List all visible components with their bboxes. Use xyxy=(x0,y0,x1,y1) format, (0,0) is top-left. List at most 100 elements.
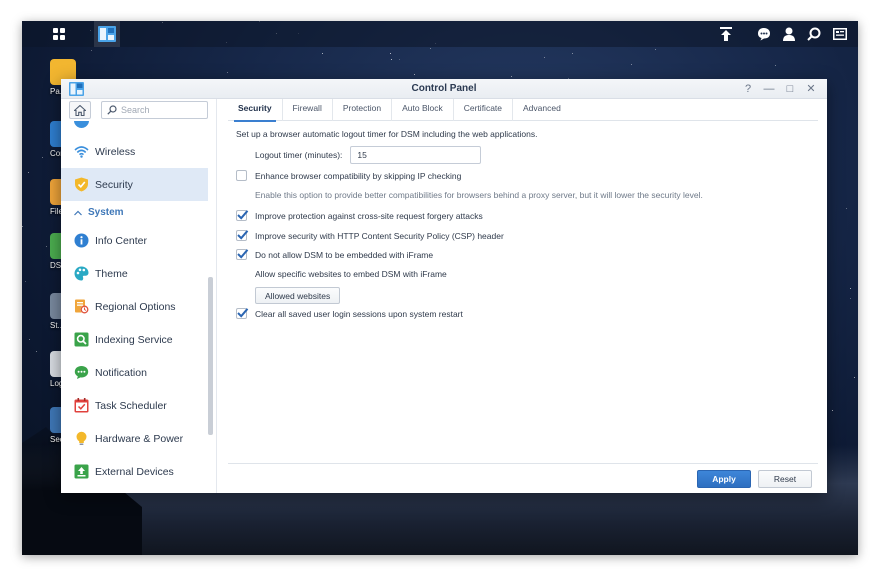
search-icon xyxy=(807,27,821,41)
sidebar: Wireless Security System Info xyxy=(61,99,217,493)
sidebar-item-theme[interactable]: Theme xyxy=(61,257,208,290)
maximize-button[interactable]: □ xyxy=(783,82,797,96)
info-center-icon xyxy=(74,233,89,248)
window-titlebar[interactable]: Control Panel ? — □ ✕ xyxy=(61,79,827,99)
main-menu-icon xyxy=(53,28,65,40)
help-button[interactable]: ? xyxy=(741,82,755,96)
sidebar-item-partial xyxy=(61,121,208,135)
sidebar-item-hardware-power[interactable]: Hardware & Power xyxy=(61,422,208,455)
star xyxy=(511,76,513,78)
notifications-icon xyxy=(758,28,770,41)
star xyxy=(845,208,847,210)
network-interface-icon xyxy=(74,121,89,128)
checkbox-clear-sessions[interactable] xyxy=(236,308,249,319)
widgets-button[interactable] xyxy=(827,21,853,47)
star xyxy=(414,73,416,75)
sidebar-item-info-center[interactable]: Info Center xyxy=(61,224,208,257)
sidebar-item-security[interactable]: Security xyxy=(61,168,208,201)
sidebar-item-label: Info Center xyxy=(95,234,147,247)
sidebar-item-task-scheduler[interactable]: Task Scheduler xyxy=(61,389,208,422)
option-label: Improve security with HTTP Content Secur… xyxy=(255,230,504,241)
reset-button[interactable]: Reset xyxy=(758,470,812,488)
star xyxy=(25,281,27,283)
checkbox-skip-ip-check[interactable] xyxy=(236,170,247,181)
sidebar-item-wireless[interactable]: Wireless xyxy=(61,135,208,168)
user-button[interactable] xyxy=(776,21,802,47)
control-panel-app-icon xyxy=(98,26,116,42)
star xyxy=(774,65,776,67)
checkmark-icon xyxy=(237,308,249,318)
star xyxy=(91,49,93,51)
sidebar-search-input[interactable] xyxy=(121,105,206,115)
logout-timer-input[interactable] xyxy=(350,146,482,164)
checkbox-csrf-protection[interactable] xyxy=(236,210,249,221)
window-title: Control Panel xyxy=(411,83,477,94)
tab-firewall[interactable]: Firewall xyxy=(283,99,333,121)
upload-button[interactable] xyxy=(713,21,739,47)
sidebar-item-indexing-service[interactable]: Indexing Service xyxy=(61,323,208,356)
main-menu-button[interactable] xyxy=(46,21,72,47)
compat-note: Enable this option to provide better com… xyxy=(255,190,703,200)
minimize-button[interactable]: — xyxy=(762,82,776,96)
checkmark-icon xyxy=(237,249,249,259)
help-icon: ? xyxy=(744,83,752,95)
sidebar-item-notification[interactable]: Notification xyxy=(61,356,208,389)
star xyxy=(430,47,432,49)
search-button[interactable] xyxy=(801,21,827,47)
minimize-icon: — xyxy=(763,83,775,95)
sidebar-item-label: External Devices xyxy=(95,465,174,478)
option-csrf-protection[interactable]: Improve protection against cross-site re… xyxy=(236,210,483,221)
notifications-button[interactable] xyxy=(751,21,777,47)
allowed-websites-button[interactable]: Allowed websites xyxy=(255,287,341,304)
star xyxy=(831,410,833,412)
close-button[interactable]: ✕ xyxy=(804,82,818,96)
star xyxy=(571,53,573,55)
tab-advanced[interactable]: Advanced xyxy=(513,99,571,121)
option-csp-header[interactable]: Improve security with HTTP Content Secur… xyxy=(236,230,504,241)
option-skip-ip-check[interactable]: Enhance browser compatibility by skippin… xyxy=(236,170,461,181)
taskbar-control-panel-button[interactable] xyxy=(94,21,120,47)
option-clear-sessions[interactable]: Clear all saved user login sessions upon… xyxy=(236,308,463,319)
sidebar-search[interactable] xyxy=(101,101,208,119)
taskbar xyxy=(22,21,858,47)
user-icon xyxy=(783,27,795,41)
star xyxy=(390,52,392,54)
home-button[interactable] xyxy=(69,101,91,119)
sidebar-nav: Wireless Security System Info Center The… xyxy=(61,121,208,488)
sidebar-group-system[interactable]: System xyxy=(61,201,208,224)
footer-bar: Apply Reset xyxy=(228,463,818,493)
control-panel-window: Control Panel ? — □ ✕ Search Wireless Se… xyxy=(61,79,827,493)
option-no-iframe[interactable]: Do not allow DSM to be embedded with iFr… xyxy=(236,249,433,260)
indexing-service-icon xyxy=(74,332,89,347)
iframe-note: Allow specific websites to embed DSM wit… xyxy=(255,269,447,279)
tab-protection[interactable]: Protection xyxy=(333,99,393,121)
option-label: Clear all saved user login sessions upon… xyxy=(255,308,463,319)
tab-certificate[interactable]: Certificate xyxy=(454,99,514,121)
checkbox-csp-header[interactable] xyxy=(236,230,249,241)
widgets-icon xyxy=(833,28,847,40)
sidebar-item-label: Theme xyxy=(95,267,128,280)
sidebar-item-external-devices[interactable]: External Devices xyxy=(61,455,208,488)
star xyxy=(46,246,48,248)
tab-auto-block[interactable]: Auto Block xyxy=(392,99,454,121)
star xyxy=(35,351,37,353)
star xyxy=(22,225,24,227)
sidebar-item-label: Notification xyxy=(95,366,147,379)
apply-button[interactable]: Apply xyxy=(697,470,751,488)
regional-options-icon xyxy=(74,299,89,314)
sidebar-item-regional-options[interactable]: Regional Options xyxy=(61,290,208,323)
search-icon xyxy=(107,105,117,115)
sidebar-scrollbar[interactable] xyxy=(208,277,213,435)
checkbox-no-iframe[interactable] xyxy=(236,249,249,260)
notification-icon xyxy=(74,365,89,380)
tab-security[interactable]: Security xyxy=(228,99,283,122)
tab-bar: Security Firewall Protection Auto Block … xyxy=(228,99,818,122)
hardware-power-icon xyxy=(74,431,89,446)
sidebar-item-label: Regional Options xyxy=(95,300,176,313)
star xyxy=(654,49,656,50)
chevron-up-icon xyxy=(74,210,82,215)
logout-timer-label: Logout timer (minutes): xyxy=(255,150,343,160)
external-devices-icon xyxy=(74,464,89,479)
star xyxy=(322,53,324,55)
close-icon: ✕ xyxy=(806,83,816,95)
